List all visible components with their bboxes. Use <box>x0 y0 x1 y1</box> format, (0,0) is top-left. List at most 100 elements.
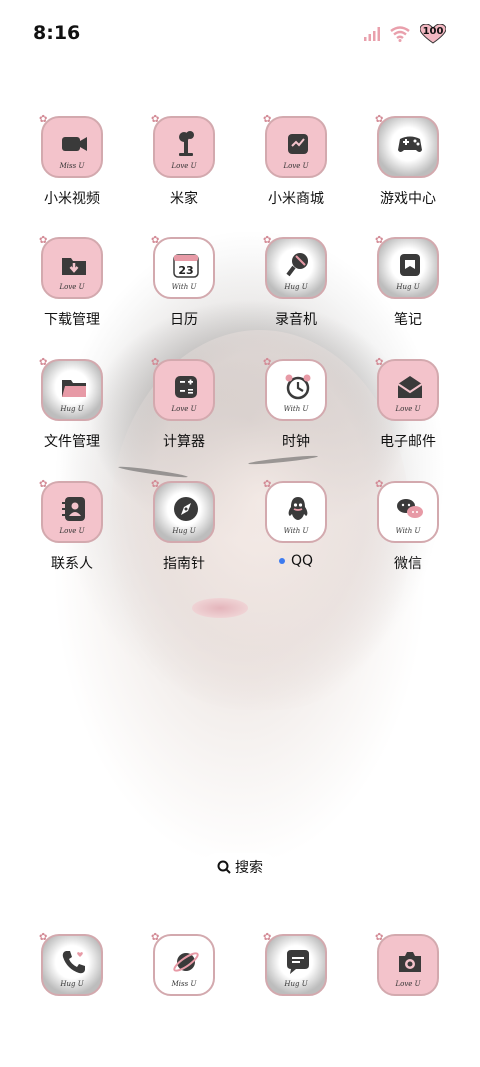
phone-icon <box>62 951 85 974</box>
search-icon <box>217 860 231 874</box>
app-qq-penguin[interactable]: ✿ With U QQ <box>246 479 346 569</box>
app-label-text: 日历 <box>170 312 198 328</box>
gamepad-icon <box>398 136 422 152</box>
bow-decoration-icon: ✿ <box>39 479 48 490</box>
app-label: QQ <box>246 553 346 569</box>
alarm-clock-icon <box>285 374 311 400</box>
app-label: 电子邮件 <box>358 431 458 451</box>
app-mail-envelope[interactable]: ✿ Love U 电子邮件 <box>358 357 458 451</box>
dock-app-phone[interactable]: ✿ Hug U <box>22 932 122 996</box>
contacts-book-icon <box>62 497 85 521</box>
bow-decoration-icon: ✿ <box>39 235 48 246</box>
calendar-icon: 23 <box>173 254 199 278</box>
battery-indicator: 100 <box>420 24 446 44</box>
app-label-text: 笔记 <box>394 312 422 328</box>
app-store-screen[interactable]: ✿ Love U 小米商城 <box>246 114 346 208</box>
icon-script-text: Love U <box>283 162 309 170</box>
dock-app-camera[interactable]: ✿ Love U <box>358 932 458 996</box>
bow-decoration-icon: ✿ <box>151 479 160 490</box>
icon-script-text: Love U <box>395 980 421 988</box>
icon-script-text: Love U <box>59 283 85 291</box>
bow-decoration-icon: ✿ <box>263 932 272 943</box>
app-label: 录音机 <box>246 309 346 329</box>
icon-script-text: Love U <box>171 405 197 413</box>
app-notes-bookmark[interactable]: ✿ Hug U 笔记 <box>358 235 458 329</box>
app-label-text: 指南针 <box>163 556 205 572</box>
app-microphone[interactable]: ✿ Hug U 录音机 <box>246 235 346 329</box>
notes-bookmark-icon <box>400 254 420 276</box>
bow-decoration-icon: ✿ <box>375 357 384 368</box>
app-icon-tile: ✿ Hug U <box>39 357 103 421</box>
app-icon-tile: ✿ Love U <box>151 357 215 421</box>
wallpaper-lips <box>192 598 248 618</box>
app-calendar[interactable]: ✿ 23 With U 日历 <box>134 235 234 329</box>
app-label: 文件管理 <box>22 431 122 451</box>
desk-lamp-icon <box>179 131 194 156</box>
app-label: 小米商城 <box>246 188 346 208</box>
app-wechat[interactable]: ✿ With U 微信 <box>358 479 458 573</box>
icon-script-text: With U <box>283 527 309 535</box>
dock-app-planet-browser[interactable]: ✿ Miss U <box>134 932 234 996</box>
bow-decoration-icon: ✿ <box>263 235 272 246</box>
icon-script-text: With U <box>171 283 197 291</box>
app-label-text: 下载管理 <box>44 312 100 328</box>
app-folder[interactable]: ✿ Hug U 文件管理 <box>22 357 122 451</box>
app-label-text: 计算器 <box>163 434 205 450</box>
bow-decoration-icon: ✿ <box>375 114 384 125</box>
app-label-text: 小米视频 <box>44 191 100 207</box>
app-label-text: 文件管理 <box>44 434 100 450</box>
wifi-icon <box>390 26 410 42</box>
app-icon-tile: ✿ Hug U <box>263 235 327 299</box>
app-icon-tile: ✿ Love U <box>39 235 103 299</box>
bow-decoration-icon: ✿ <box>263 357 272 368</box>
app-label-text: 联系人 <box>51 556 93 572</box>
app-label: 计算器 <box>134 431 234 451</box>
store-screen-icon <box>288 134 308 154</box>
app-icon-tile: ✿ 23 With U <box>151 235 215 299</box>
app-label-text: QQ <box>290 553 314 569</box>
app-icon-tile: ✿ Love U <box>151 114 215 178</box>
bow-decoration-icon: ✿ <box>375 479 384 490</box>
dock-icon-tile: ✿ Miss U <box>151 932 215 996</box>
app-label: 笔记 <box>358 309 458 329</box>
calculator-icon <box>175 376 197 398</box>
app-alarm-clock[interactable]: ✿ With U 时钟 <box>246 357 346 451</box>
status-time: 8:16 <box>33 22 81 44</box>
app-video-camera[interactable]: ✿ Miss U 小米视频 <box>22 114 122 208</box>
bow-decoration-icon: ✿ <box>39 932 48 943</box>
app-icon-tile: ✿ With U <box>263 357 327 421</box>
message-bubble-icon <box>287 950 309 974</box>
icon-script-text: Hug U <box>172 527 196 535</box>
app-label-text: 微信 <box>394 556 422 572</box>
app-icon-tile: ✿ With U <box>375 479 439 543</box>
app-icon-tile: ✿ Miss U <box>39 114 103 178</box>
app-label: 联系人 <box>22 553 122 573</box>
app-gamepad[interactable]: ✿ 游戏中心 <box>358 114 458 208</box>
calendar-date: 23 <box>178 264 193 277</box>
qq-penguin-icon <box>288 497 308 520</box>
icon-script-text: Love U <box>395 405 421 413</box>
icon-script-text: Miss U <box>59 162 85 170</box>
app-desk-lamp[interactable]: ✿ Love U 米家 <box>134 114 234 208</box>
app-label: 指南针 <box>134 553 234 573</box>
icon-script-text: Hug U <box>284 283 308 291</box>
microphone-icon <box>286 253 308 277</box>
app-label-text: 时钟 <box>282 434 310 450</box>
app-download-folder[interactable]: ✿ Love U 下载管理 <box>22 235 122 329</box>
wechat-icon <box>397 499 423 518</box>
download-folder-icon <box>62 258 86 275</box>
battery-level: 100 <box>422 26 444 37</box>
app-icon-tile: ✿ Love U <box>39 479 103 543</box>
search-button[interactable]: 搜索 <box>203 853 277 881</box>
bow-decoration-icon: ✿ <box>375 235 384 246</box>
app-icon-tile: ✿ <box>375 114 439 178</box>
app-calculator[interactable]: ✿ Love U 计算器 <box>134 357 234 451</box>
icon-script-text: Miss U <box>171 980 197 988</box>
app-label: 小米视频 <box>22 188 122 208</box>
app-contacts-book[interactable]: ✿ Love U 联系人 <box>22 479 122 573</box>
compass-icon <box>174 497 198 521</box>
video-camera-icon <box>62 137 87 151</box>
dock-app-message-bubble[interactable]: ✿ Hug U <box>246 932 346 996</box>
app-compass[interactable]: ✿ Hug U 指南针 <box>134 479 234 573</box>
icon-script-text: Hug U <box>60 980 84 988</box>
